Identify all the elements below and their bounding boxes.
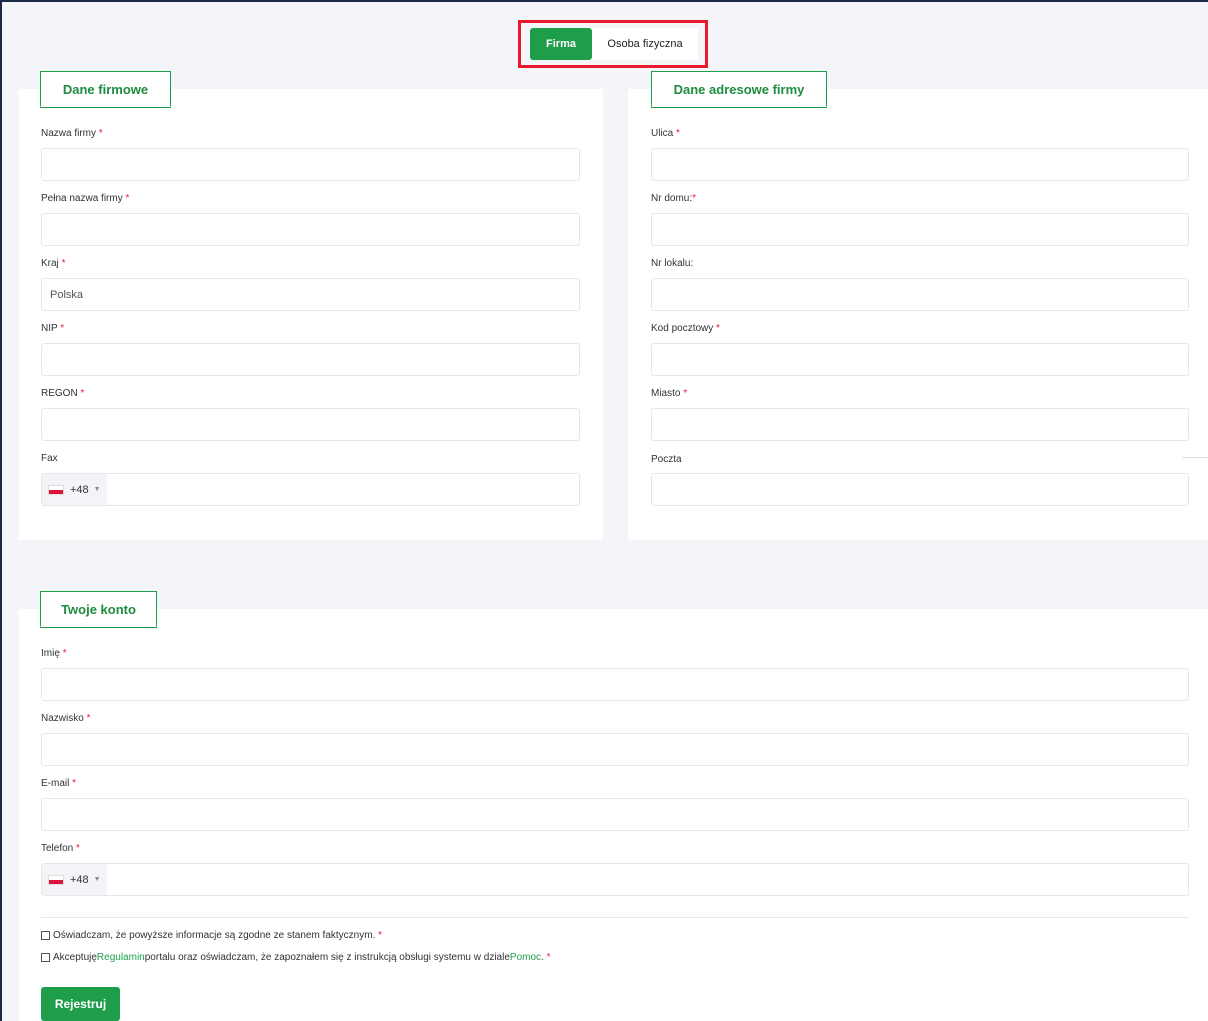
consent-truth-row: Oświadczam, że powyższe informacje są zg…	[41, 930, 382, 941]
window-border-top	[0, 0, 1208, 2]
house-number-label: Nr domu:*	[651, 193, 697, 204]
last-name-label: Nazwisko *	[41, 713, 91, 724]
regon-label: REGON *	[41, 388, 85, 399]
consent-terms-row: Akceptuję Regulamin portalu oraz oświadc…	[41, 952, 551, 963]
osoba-fizyczna-toggle-button[interactable]: Osoba fizyczna	[592, 28, 698, 60]
company-name-label: Nazwa firmy *	[41, 128, 103, 139]
email-label: E-mail *	[41, 778, 77, 789]
consent-terms-checkbox[interactable]	[41, 953, 50, 962]
phone-country-selector[interactable]: +48 ▼	[42, 864, 107, 895]
phone-input[interactable]: +48 ▼	[41, 863, 1189, 896]
company-fullname-label: Pełna nazwa firmy *	[41, 193, 130, 204]
divider	[41, 917, 1189, 918]
apartment-number-input[interactable]	[651, 278, 1189, 311]
poland-flag-icon	[48, 484, 64, 495]
fax-country-selector[interactable]: +48 ▼	[42, 474, 107, 505]
fax-dial-code: +48	[70, 483, 89, 496]
fax-label: Fax	[41, 453, 58, 464]
phone-dial-code: +48	[70, 873, 89, 886]
divider	[1182, 457, 1208, 458]
post-office-input[interactable]	[651, 473, 1189, 506]
regon-input[interactable]	[41, 408, 580, 441]
first-name-label: Imię *	[41, 648, 67, 659]
company-data-title: Dane firmowe	[40, 71, 171, 107]
register-button[interactable]: Rejestruj	[41, 987, 120, 1021]
chevron-down-icon: ▼	[93, 486, 101, 493]
city-label: Miasto *	[651, 388, 688, 399]
phone-label: Telefon *	[41, 843, 80, 854]
first-name-input[interactable]	[41, 668, 1189, 701]
account-title: Twoje konto	[40, 591, 157, 627]
postal-code-input[interactable]	[651, 343, 1189, 376]
poland-flag-icon	[48, 874, 64, 885]
address-data-title: Dane adresowe firmy	[651, 71, 827, 107]
chevron-down-icon: ▼	[93, 876, 101, 883]
company-name-input[interactable]	[41, 148, 580, 181]
help-link[interactable]: Pomoc	[510, 952, 541, 963]
window-border-left	[0, 0, 2, 1021]
fax-input[interactable]: +48 ▼	[41, 473, 580, 506]
postal-code-label: Kod pocztowy *	[651, 323, 720, 334]
apartment-number-label: Nr lokalu:	[651, 258, 694, 269]
company-fullname-input[interactable]	[41, 213, 580, 246]
consent-truth-text: Oświadczam, że powyższe informacje są zg…	[53, 930, 376, 941]
nip-label: NIP *	[41, 323, 65, 334]
firma-toggle-button[interactable]: Firma	[530, 28, 592, 60]
street-input[interactable]	[651, 148, 1189, 181]
country-label: Kraj *	[41, 258, 66, 269]
city-input[interactable]	[651, 408, 1189, 441]
house-number-input[interactable]	[651, 213, 1189, 246]
country-input[interactable]: Polska	[41, 278, 580, 311]
nip-input[interactable]	[41, 343, 580, 376]
street-label: Ulica *	[651, 128, 680, 139]
terms-link[interactable]: Regulamin	[97, 952, 145, 963]
consent-truth-checkbox[interactable]	[41, 931, 50, 940]
last-name-input[interactable]	[41, 733, 1189, 766]
email-input[interactable]	[41, 798, 1189, 831]
post-office-label: Poczta	[651, 454, 682, 465]
account-type-toggle: Firma Osoba fizyczna	[530, 28, 698, 60]
